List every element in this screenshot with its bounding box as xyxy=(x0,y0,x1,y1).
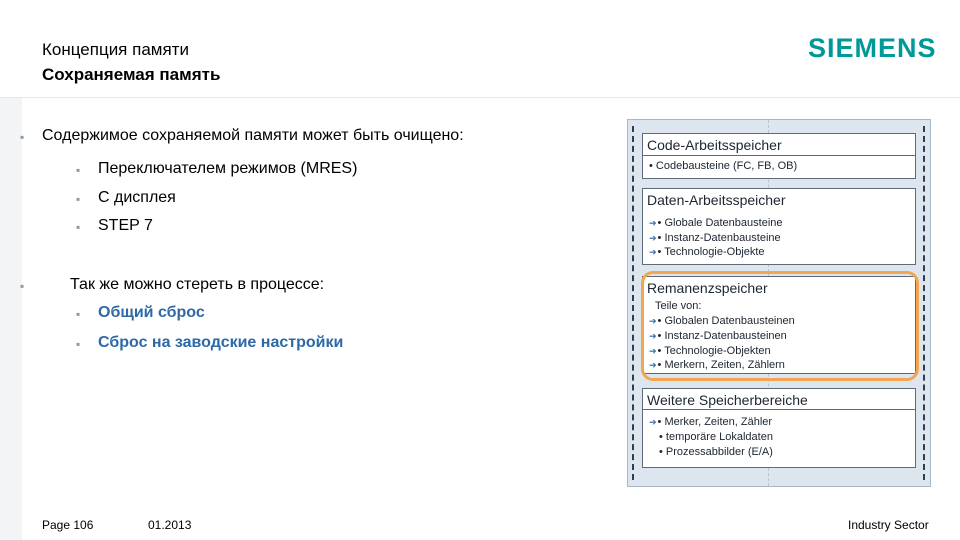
sub-bullet-text: Сброс на заводские настройки xyxy=(98,334,344,351)
bullet-item: ▪ Содержимое сохраняемой памяти может бы… xyxy=(20,126,464,146)
slide-header: Концепция памяти Сохраняемая память SIEM… xyxy=(0,0,960,98)
box-item: • temporäre Lokaldaten xyxy=(659,431,773,443)
sub-bullet-text: С дисплея xyxy=(98,189,176,206)
box-divider xyxy=(643,409,915,410)
bullet-text: Содержимое сохраняемой памяти может быть… xyxy=(42,127,464,144)
code-memory-box: Code-Arbeitsspeicher • Codebausteine (FC… xyxy=(642,133,916,179)
sub-bullet-item: ▪ Переключателем режимов (MRES) xyxy=(76,159,358,179)
bullet-marker-icon: ▪ xyxy=(76,220,81,234)
sub-bullet-item: ▪ С дисплея xyxy=(76,188,176,208)
sub-bullet-text: STEP 7 xyxy=(98,217,153,234)
box-item: • Prozessabbilder (E/A) xyxy=(659,446,773,458)
bullet-marker-icon: ▪ xyxy=(76,307,81,321)
box-divider xyxy=(643,155,915,156)
bullet-marker-icon: ▪ xyxy=(76,337,81,351)
bullet-text: Так же можно стереть в процессе: xyxy=(70,276,325,293)
dashed-border-left xyxy=(632,126,634,480)
box-item: ➔• Technologie-Objekte xyxy=(649,246,765,258)
sub-bullet-text: Переключателем режимов (MRES) xyxy=(98,160,358,177)
bullet-marker-icon: ▪ xyxy=(20,130,25,144)
bullet-dot-icon: • xyxy=(657,217,662,229)
footer-sector: Industry Sector xyxy=(848,518,929,532)
bullet-marker-icon: ▪ xyxy=(76,192,81,206)
bullet-dot-icon: • xyxy=(659,431,663,443)
sub-bullet-item: ▪ Сброс на заводские настройки xyxy=(76,333,344,353)
box-item: ➔• Instanz-Datenbausteine xyxy=(649,232,781,244)
bullet-marker-icon: ▪ xyxy=(20,279,25,293)
bullet-dot-icon: • xyxy=(657,246,662,258)
bullet-dot-icon: • xyxy=(657,232,662,244)
box-title: Daten-Arbeitsspeicher xyxy=(647,192,786,208)
sub-bullet-item: ▪ STEP 7 xyxy=(76,216,153,236)
bullet-dot-icon: • xyxy=(659,446,663,458)
box-title: Weitere Speicherbereiche xyxy=(647,392,808,408)
arrow-icon: ➔ xyxy=(649,233,657,243)
data-memory-box: Daten-Arbeitsspeicher ➔• Globale Datenba… xyxy=(642,188,916,265)
bullet-item: ▪ Так же можно стереть в процессе: xyxy=(20,275,325,295)
box-item: ➔• Globale Datenbausteine xyxy=(649,217,783,229)
box-item: • Codebausteine (FC, FB, OB) xyxy=(649,160,798,172)
slide-title: Концепция памяти xyxy=(42,40,189,59)
dashed-border-right xyxy=(923,126,925,480)
retentive-memory-highlight xyxy=(641,271,919,381)
arrow-icon: ➔ xyxy=(649,218,657,228)
box-title: Code-Arbeitsspeicher xyxy=(647,137,782,153)
sub-bullet-item: ▪ Общий сброс xyxy=(76,303,205,323)
arrow-icon: ➔ xyxy=(649,417,657,427)
arrow-icon: ➔ xyxy=(649,247,657,257)
slide-subtitle: Сохраняемая память xyxy=(42,65,221,84)
other-memory-box: Weitere Speicherbereiche ➔• Merker, Zeit… xyxy=(642,388,916,468)
siemens-logo: SIEMENS xyxy=(808,33,937,63)
bullet-dot-icon: • xyxy=(657,416,662,428)
box-item: ➔• Merker, Zeiten, Zähler xyxy=(649,416,773,428)
bullet-dot-icon: • xyxy=(649,160,653,172)
footer-date: 01.2013 xyxy=(148,518,192,532)
bullet-marker-icon: ▪ xyxy=(76,163,81,177)
sub-bullet-text: Общий сброс xyxy=(98,304,205,321)
footer-page-number: Page 106 xyxy=(42,518,94,532)
